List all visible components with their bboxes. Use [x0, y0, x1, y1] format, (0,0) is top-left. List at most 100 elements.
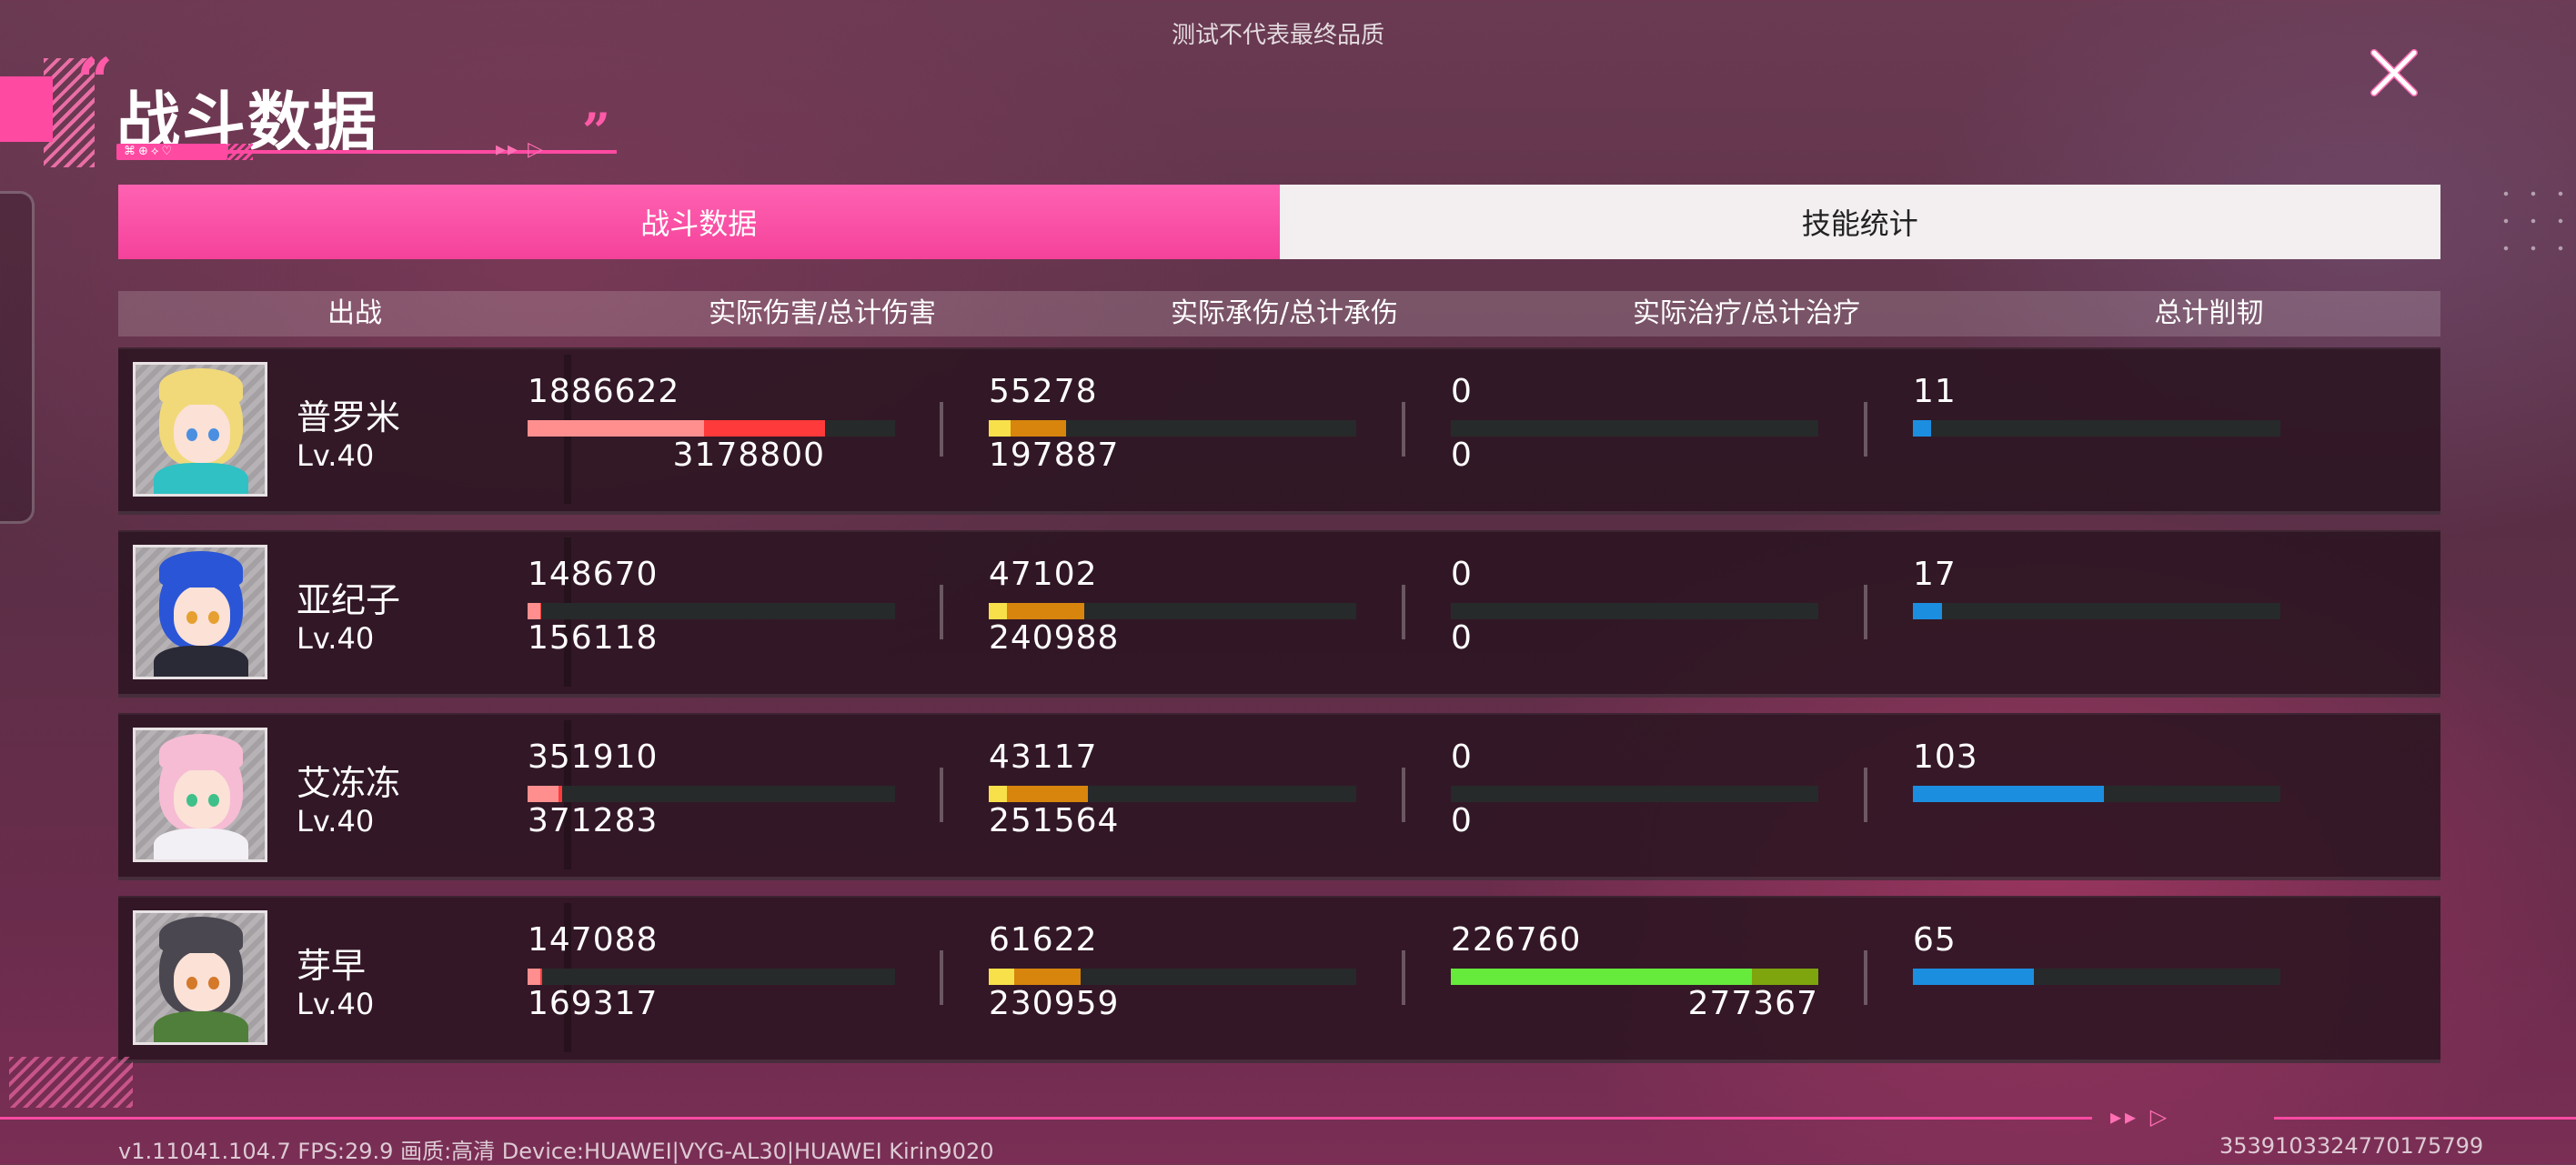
heal-bar: [1451, 969, 1818, 985]
character-name: 亚纪子: [297, 580, 401, 620]
tab-battle-data[interactable]: 战斗数据: [118, 185, 1280, 259]
toughness-bar: [1913, 786, 2280, 802]
taken-stat: 47102 240988: [989, 530, 1356, 694]
taken-bar: [989, 969, 1356, 985]
tab-bar: 战斗数据 技能统计: [118, 185, 2440, 259]
damage-actual-fill: [528, 786, 558, 802]
title-close-quote-icon: ”: [582, 102, 611, 160]
decorative-dots: [2492, 180, 2565, 262]
taken-bar: [989, 420, 1356, 437]
title-arrow-icons: ▸▸ ▷: [496, 138, 545, 161]
taken-total-value: 240988: [989, 619, 1120, 657]
heal-total-value: 0: [1451, 619, 1473, 657]
heal-actual-value: 0: [1451, 373, 1473, 410]
damage-bar: [528, 420, 895, 437]
damage-total-value: 3178800: [672, 437, 825, 474]
avatar-eye: [186, 611, 197, 624]
toughness-value: 103: [1913, 738, 1978, 776]
avatar-eye: [208, 977, 219, 989]
character-name: 芽早: [297, 946, 367, 986]
avatar-bangs: [159, 734, 243, 770]
bottom-stripe-decoration: [9, 1057, 133, 1108]
damage-actual-fill: [528, 603, 540, 619]
character-avatar: [133, 362, 267, 497]
character-row: 芽早 Lv.40 147088 169317 61622 230959 2267…: [118, 896, 2440, 1063]
toughness-fill: [1913, 603, 1942, 619]
avatar-face: [174, 586, 230, 646]
toughness-value: 17: [1913, 556, 1957, 593]
title-tag-stripes: [227, 144, 253, 160]
taken-bar: [989, 786, 1356, 802]
toughness-fill: [1913, 969, 2034, 985]
column-separator: [1864, 585, 1867, 639]
character-row: 亚纪子 Lv.40 148670 156118 47102 240988 0 0…: [118, 530, 2440, 698]
character-avatar: [133, 910, 267, 1045]
taken-actual-value: 47102: [989, 556, 1098, 593]
heal-actual-fill: [1451, 969, 1752, 985]
test-quality-notice: 测试不代表最终品质: [1171, 22, 1384, 49]
damage-bar: [528, 969, 895, 985]
tab-skill-stats[interactable]: 技能统计: [1279, 185, 2440, 259]
toughness-bar: [1913, 420, 2280, 437]
character-row: 艾冻冻 Lv.40 351910 371283 43117 251564 0 0…: [118, 713, 2440, 880]
character-level: Lv.40: [297, 438, 375, 473]
avatar-face: [174, 951, 230, 1011]
damage-actual-value: 148670: [528, 556, 659, 593]
taken-actual-value: 55278: [989, 373, 1098, 410]
column-separator: [1402, 768, 1405, 822]
character-level: Lv.40: [297, 804, 375, 839]
avatar-outfit: [154, 829, 248, 859]
version-info: v1.11041.104.7 FPS:29.9 画质:高清 Device:HUA…: [118, 1139, 994, 1164]
column-separator: [1864, 950, 1867, 1005]
avatar-eye: [208, 428, 219, 441]
taken-stat: 55278 197887: [989, 347, 1356, 511]
close-button[interactable]: [2361, 40, 2427, 105]
heal-bar: [1451, 420, 1818, 437]
avatar-face: [174, 768, 230, 829]
damage-actual-value: 351910: [528, 738, 659, 776]
column-separator: [940, 402, 943, 457]
column-header-damage: 实际伤害/总计伤害: [708, 297, 937, 329]
heal-total-value: 277367: [1687, 985, 1818, 1022]
title-open-quote-icon: “: [76, 44, 114, 119]
avatar-eye: [186, 977, 197, 989]
heal-stat: 0 0: [1451, 713, 1818, 877]
toughness-value: 65: [1913, 921, 1957, 959]
avatar-bangs: [159, 917, 243, 953]
taken-actual-value: 43117: [989, 738, 1098, 776]
heal-bar: [1451, 603, 1818, 619]
avatar-outfit: [154, 646, 248, 677]
bottom-arrow-icons: ▸▸ ▷: [2110, 1104, 2171, 1130]
damage-total-value: 371283: [528, 802, 659, 839]
toughness-fill: [1913, 786, 2104, 802]
character-row: 普罗米 Lv.40 1886622 3178800 55278 197887 0: [118, 347, 2440, 515]
avatar-bangs: [159, 551, 243, 588]
damage-stat: 147088 169317: [528, 896, 895, 1060]
column-separator: [1402, 585, 1405, 639]
toughness-bar: [1913, 969, 2280, 985]
toughness-bar: [1913, 603, 2280, 619]
taken-actual-fill: [989, 786, 1007, 802]
side-drawer-handle[interactable]: [0, 191, 35, 524]
column-header-damage-taken: 实际承伤/总计承伤: [1170, 297, 1399, 329]
taken-actual-value: 61622: [989, 921, 1098, 959]
damage-total-value: 156118: [528, 619, 659, 657]
heal-actual-value: 226760: [1451, 921, 1582, 959]
character-name: 普罗米: [297, 397, 401, 437]
toughness-value: 11: [1913, 373, 1957, 410]
heal-total-value: 0: [1451, 437, 1473, 474]
toughness-stat: 11: [1913, 347, 2280, 511]
table-header: 出战 实际伤害/总计伤害 实际承伤/总计承伤 实际治疗/总计治疗 总计削韧: [118, 291, 2440, 336]
heal-bar: [1451, 786, 1818, 802]
toughness-stat: 65: [1913, 896, 2280, 1060]
avatar-outfit: [154, 1011, 248, 1042]
taken-stat: 43117 251564: [989, 713, 1356, 877]
heal-stat: 0 0: [1451, 530, 1818, 694]
damage-actual-fill: [528, 420, 704, 437]
damage-actual-fill: [528, 969, 540, 985]
taken-actual-fill: [989, 420, 1011, 437]
damage-actual-value: 147088: [528, 921, 659, 959]
taken-stat: 61622 230959: [989, 896, 1356, 1060]
avatar-outfit: [154, 463, 248, 494]
character-level: Lv.40: [297, 621, 375, 656]
